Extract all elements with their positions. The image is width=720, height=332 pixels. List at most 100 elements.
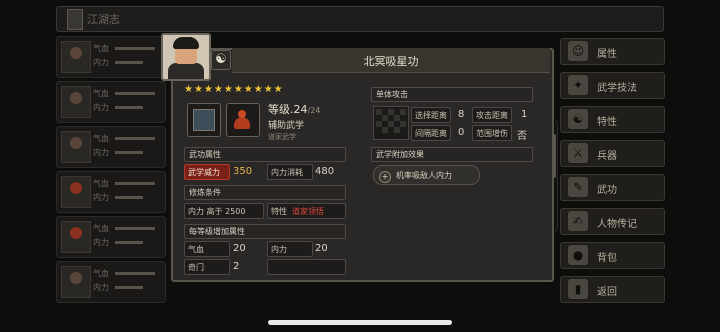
mp-label: 内力 [93,238,109,247]
hp-label: 气血 [93,224,109,233]
panel-scrollbar[interactable] [552,134,556,178]
hp-label: 气血 [93,89,109,98]
right-menu: ☺ 属性 ✦ 武学技法 ☯ 特性 ⚔ 兵器 ✎ 武功 ✍ 人物传记 ● 背包 ▮… [560,38,665,310]
level-label: 等级. [268,103,294,116]
mp-requirement-cell: 内力 高于 2500 [184,203,264,219]
hp-bar [115,47,155,50]
panel-title-bar: 北冥吸星功 [232,48,550,73]
martial-art-icon: ✦ [568,75,588,95]
section-title: 武学附加效果 [376,150,424,159]
spread-cell: 范围增伤 [472,125,512,141]
skill-level: 等级.24/24 [268,101,320,117]
return-icon: ▮ [568,279,588,299]
bag-icon: ● [568,245,588,265]
mp-label: 内力 [93,58,109,67]
trait-label: 特性 [271,207,287,216]
menu-label: 武功 [597,185,617,196]
menu-return-button[interactable]: ▮ 返回 [560,276,665,303]
power-label-cell: 武学威力 [184,164,230,180]
power-label: 武学威力 [188,168,220,177]
spread-value: 否 [517,131,527,142]
trait-requirement-cell: 特性 道家领悟 [267,203,346,219]
rating-stars: ★★★★★★★★★★ [184,84,284,95]
hp-bar [115,182,155,185]
character-avatar [161,33,211,81]
mp-label: 内力 [93,148,109,157]
biography-icon: ✍ [568,211,588,231]
menu-biography-button[interactable]: ✍ 人物传记 [560,208,665,235]
character-portrait [61,221,91,253]
character-portrait [61,86,91,118]
menu-skills-button[interactable]: ✎ 武功 [560,174,665,201]
per-level-value: 20 [315,243,328,254]
section-title: 每等级增加属性 [189,227,245,236]
requirements-header: 修炼条件 [184,185,346,200]
menu-traits-button[interactable]: ☯ 特性 [560,106,665,133]
menu-label: 返回 [597,287,617,298]
skill-school: 道家武学 [268,133,296,141]
mp-label: 内力 [93,103,109,112]
meditation-figure-icon [226,103,260,137]
roster-row[interactable]: 气血 内力 [56,36,166,78]
select-range-value: 8 [458,109,465,120]
spread-label: 范围增伤 [476,129,508,138]
mp-bar [115,151,143,154]
book-icon[interactable] [67,9,83,30]
menu-attributes-button[interactable]: ☺ 属性 [560,38,665,65]
section-title: 武功属性 [189,150,221,159]
mp-cost-value: 480 [315,166,335,177]
mp-label: 内力 [93,283,109,292]
per-level-value: 20 [233,243,246,254]
menu-label: 武学技法 [597,83,637,94]
hp-label: 气血 [93,269,109,278]
person-icon: ☺ [568,41,588,61]
menu-martial-arts-button[interactable]: ✦ 武学技法 [560,72,665,99]
per-level-value: 2 [233,261,240,272]
per-level-label-cell: 内力 [267,241,313,257]
skill-scroll-icon [187,103,221,137]
trait-icon: ☯ [568,109,588,129]
roster-row[interactable]: 气血 内力 [56,171,166,213]
attack-range-cell: 攻击距离 [472,107,512,123]
mp-bar [115,61,143,64]
scroll-icon: ✎ [568,177,588,197]
menu-bag-button[interactable]: ● 背包 [560,242,665,269]
per-level-label-cell: 气血 [184,241,230,257]
level-max: /24 [307,106,321,115]
yin-yang-icon: ☯ [211,50,231,70]
skill-title: 北冥吸星功 [363,55,419,68]
hp-label: 气血 [93,44,109,53]
menu-label: 特性 [597,117,617,128]
home-indicator[interactable] [268,320,452,325]
character-portrait [61,266,91,298]
section-title: 修炼条件 [189,188,221,197]
per-level-label-cell: 奇门 [184,259,230,275]
attack-range-grid [373,106,409,140]
character-portrait [61,41,91,73]
roster-row[interactable]: 气血 内力 [56,126,166,168]
hp-label: 气血 [93,179,109,188]
mp-cost-label-cell: 内力消耗 [267,164,313,180]
menu-weapons-button[interactable]: ⚔ 兵器 [560,140,665,167]
mp-bar [115,196,143,199]
mp-label: 内力 [93,193,109,202]
select-range-label: 选择距离 [415,111,447,120]
level-value: 24 [293,103,308,116]
trait-value: 道家领悟 [292,207,324,216]
section-title: 单体攻击 [376,90,408,99]
attack-header: 单体攻击 [371,87,533,102]
roster-row[interactable]: 气血 内力 [56,261,166,303]
top-bar-title: 江湖志 [87,13,120,26]
per-level-header: 每等级增加属性 [184,224,346,239]
interval-value: 0 [458,127,465,138]
roster-row[interactable]: 气血 内力 [56,81,166,123]
mp-cost-label: 内力消耗 [271,168,303,177]
top-bar: 江湖志 [56,6,664,32]
menu-label: 属性 [597,49,617,60]
per-level-label: 内力 [271,245,287,254]
effects-header: 武学附加效果 [371,147,533,162]
interval-cell: 间隔距离 [411,125,451,141]
mp-bar [115,106,143,109]
roster-row[interactable]: 气血 内力 [56,216,166,258]
plus-icon: + [379,171,391,183]
